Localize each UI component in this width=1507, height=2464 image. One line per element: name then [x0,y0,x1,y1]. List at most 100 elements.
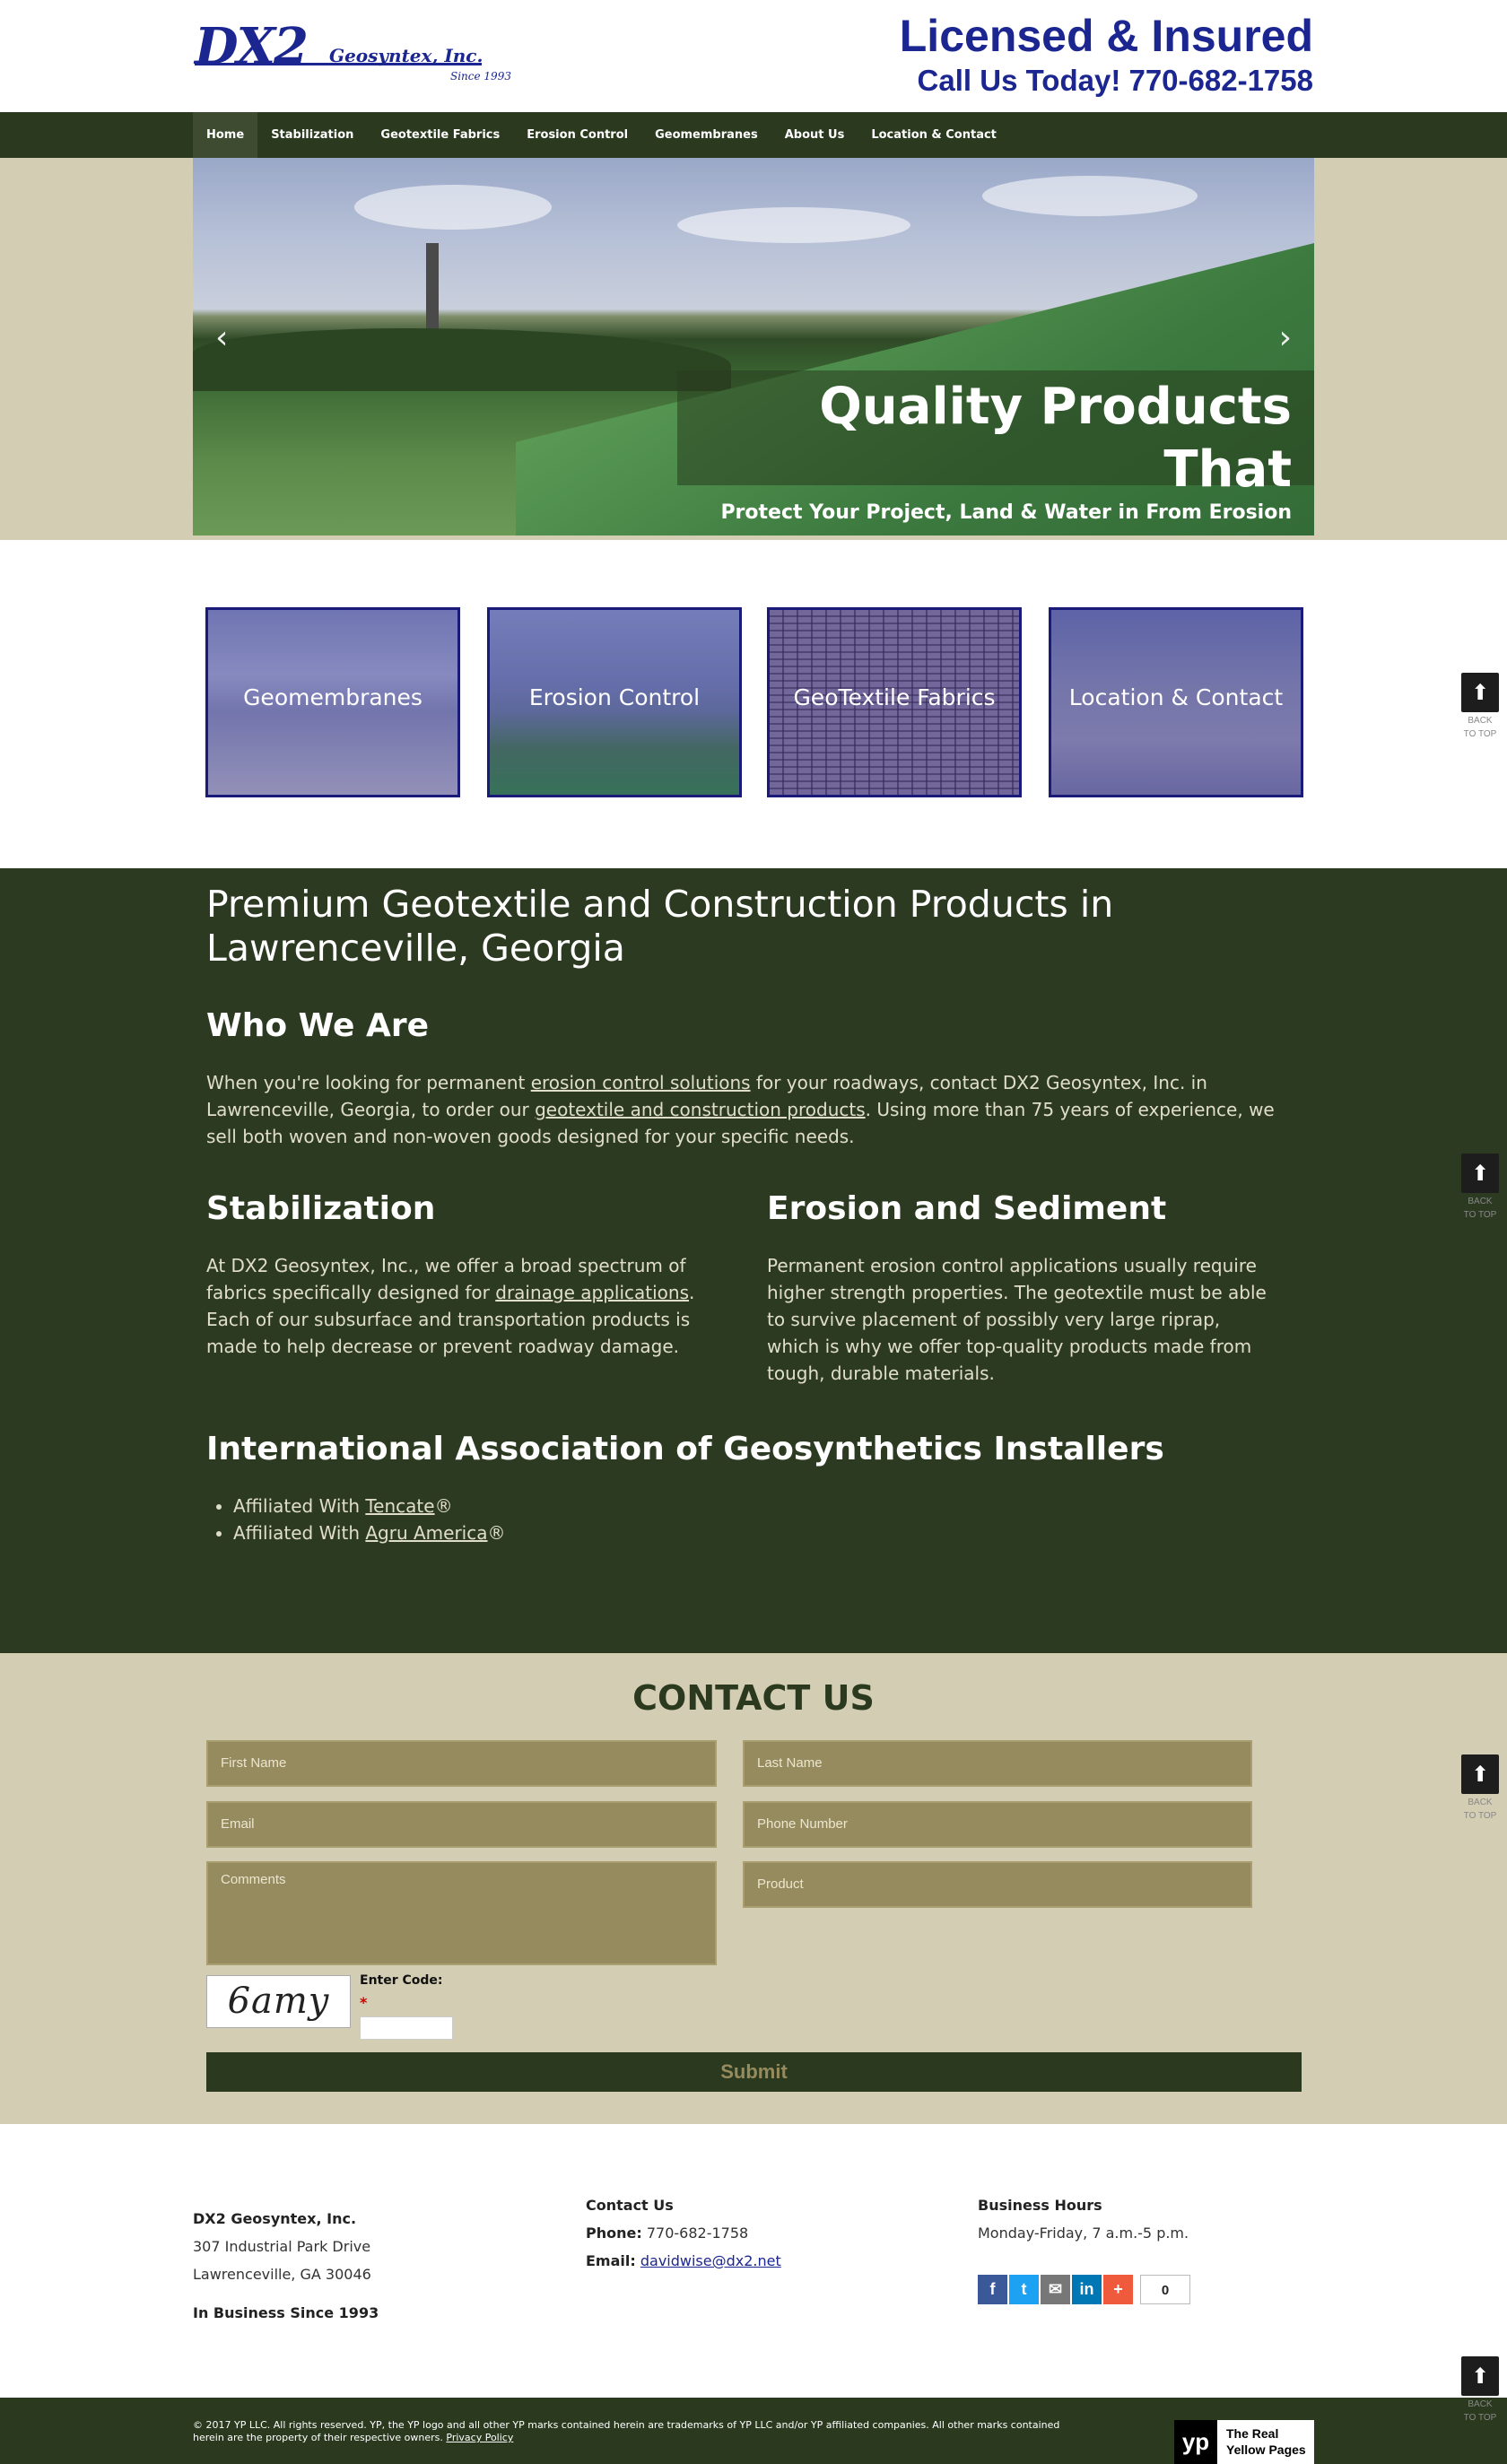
geotextile-products-link[interactable]: geotextile and construction products [535,1099,866,1120]
erosion-control-link[interactable]: erosion control solutions [531,1072,751,1093]
tile-geotextile-fabrics[interactable]: GeoTextile Fabrics [767,607,1022,797]
site-footer: DX2 Geosyntex, Inc. 307 Industrial Park … [0,2124,1507,2398]
two-columns: Stabilization At DX2 Geosyntex, Inc., we… [206,1189,1310,1405]
text-run: Yellow Pages [1226,2442,1306,2457]
tile-label: Erosion Control [528,684,701,710]
copyright-text: © 2017 YP LLC. All rights reserved. YP, … [193,2419,1090,2444]
contact-title: CONTACT US [632,1678,875,1718]
smokestack [426,243,439,342]
nav-item-home[interactable]: Home [193,112,258,158]
privacy-policy-link[interactable]: Privacy Policy [446,2432,513,2443]
tile-label: Geomembranes [243,684,422,710]
hero-section: ‹ › Quality Products That Protect Your P… [0,158,1507,540]
nav-item-stabilization[interactable]: Stabilization [257,112,367,158]
drainage-link[interactable]: drainage applications [495,1282,689,1303]
yp-badge[interactable]: yp The Real Yellow Pages [1174,2420,1314,2464]
site-header: DX2 Geosyntex, Inc. Since 1993 Licensed … [0,0,1507,112]
footer-company: DX2 Geosyntex, Inc. [193,2210,357,2227]
back-to-top-button[interactable]: ⬆ BACK TO TOP [1460,673,1500,739]
tile-location-contact[interactable]: Location & Contact [1049,607,1303,797]
list-item: Affiliated With Agru America® [233,1519,1310,1546]
captcha-image: 6amy [206,1975,351,2028]
cloud [677,207,910,243]
text-run: © 2017 YP LLC. All rights reserved. YP, … [193,2419,1060,2443]
hours-text: Monday-Friday, 7 a.m.-5 p.m. [978,2225,1189,2242]
top-label: TO TOP [1463,1210,1497,1220]
logo-since: Since 1993 [450,70,511,83]
footer-since: In Business Since 1993 [193,2304,379,2321]
footer-email-link[interactable]: davidwise@dx2.net [640,2252,781,2269]
back-to-top-button[interactable]: ⬆ BACK TO TOP [1460,2356,1500,2423]
tencate-link[interactable]: Tencate [365,1495,434,1517]
association-title: International Association of Geosyntheti… [206,1431,1164,1467]
nav-item-geotextile-fabrics[interactable]: Geotextile Fabrics [367,112,513,158]
footer-address-2: Lawrenceville, GA 30046 [193,2266,371,2283]
page-heading: Premium Geotextile and Construction Prod… [206,883,1114,970]
comments-field[interactable]: Comments [206,1861,717,1965]
footer-contact: Contact Us Phone: 770-682-1758 Email: da… [586,2191,781,2275]
stabilization-block: Stabilization At DX2 Geosyntex, Inc., we… [206,1189,709,1360]
hours-title: Business Hours [978,2197,1102,2214]
bottom-bar: © 2017 YP LLC. All rights reserved. YP, … [0,2398,1507,2464]
about-section: Premium Geotextile and Construction Prod… [0,868,1507,1653]
text-run: Affiliated With [233,1522,366,1544]
hero-subtitle: Protect Your Project, Land & Water in Fr… [720,501,1292,524]
arrow-up-icon: ⬆ [1461,1154,1499,1193]
top-label: TO TOP [1463,2413,1497,2423]
yp-text: The Real Yellow Pages [1217,2420,1306,2464]
back-to-top-button[interactable]: ⬆ BACK TO TOP [1460,1754,1500,1821]
stabilization-title: Stabilization [206,1190,436,1227]
reg-mark: ® [434,1495,453,1517]
submit-button[interactable]: Submit [206,2052,1302,2092]
text-run: The Real [1226,2426,1279,2441]
feature-tiles: Geomembranes Erosion Control GeoTextile … [0,540,1507,868]
contact-form: CONTACT US First Name Last Name Email Ph… [0,1653,1507,2124]
tile-geomembranes[interactable]: Geomembranes [205,607,460,797]
tile-label: Location & Contact [1068,684,1284,710]
reg-mark: ® [487,1522,506,1544]
site-logo[interactable]: DX2 Geosyntex, Inc. Since 1993 [195,22,518,84]
nav-item-about-us[interactable]: About Us [771,112,858,158]
text-run: When you're looking for permanent [206,1072,531,1093]
chevron-right-icon[interactable]: › [1279,319,1292,356]
facebook-icon[interactable]: f [978,2275,1007,2304]
first-name-field[interactable]: First Name [206,1740,717,1787]
arrow-up-icon: ⬆ [1461,2356,1499,2396]
back-label: BACK [1468,1197,1493,1206]
hero-caption: Quality Products That Protect Your Proje… [677,370,1314,524]
footer-hours: Business Hours Monday-Friday, 7 a.m.-5 p… [978,2191,1189,2247]
footer-phone[interactable]: 770-682-1758 [647,2225,748,2242]
top-label: TO TOP [1463,729,1497,739]
product-select[interactable]: Product [743,1861,1252,1908]
agru-america-link[interactable]: Agru America [365,1522,487,1544]
phone-field[interactable]: Phone Number [743,1801,1252,1848]
text-run: Affiliated With [233,1495,366,1517]
captcha-input[interactable] [360,2016,453,2040]
main-nav: Home Stabilization Geotextile Fabrics Er… [0,112,1507,158]
nav-item-geomembranes[interactable]: Geomembranes [641,112,771,158]
enter-code-label: Enter Code: [360,1973,443,1988]
call-text[interactable]: Call Us Today! 770-682-1758 [900,63,1313,99]
footer-contact-title: Contact Us [586,2197,674,2214]
licensed-text: Licensed & Insured [899,11,1313,61]
twitter-icon[interactable]: t [1009,2275,1039,2304]
cloud [982,176,1198,216]
treeline [193,328,731,391]
back-label: BACK [1468,1798,1493,1807]
nav-item-erosion-control[interactable]: Erosion Control [513,112,641,158]
top-label: TO TOP [1463,1811,1497,1821]
back-label: BACK [1468,2399,1493,2409]
chevron-left-icon[interactable]: ‹ [215,319,228,356]
nav-item-location-contact[interactable]: Location & Contact [858,112,1010,158]
erosion-block: Erosion and Sediment Permanent erosion c… [767,1189,1269,1387]
back-to-top-button[interactable]: ⬆ BACK TO TOP [1460,1154,1500,1220]
email-icon[interactable]: ✉ [1041,2275,1070,2304]
email-field[interactable]: Email [206,1801,717,1848]
logo-sub: Geosyntex, Inc. [329,45,483,66]
linkedin-icon[interactable]: in [1072,2275,1102,2304]
tile-label: GeoTextile Fabrics [793,684,996,710]
tile-erosion-control[interactable]: Erosion Control [487,607,742,797]
last-name-field[interactable]: Last Name [743,1740,1252,1787]
plus-icon[interactable]: + [1103,2275,1133,2304]
back-label: BACK [1468,716,1493,726]
